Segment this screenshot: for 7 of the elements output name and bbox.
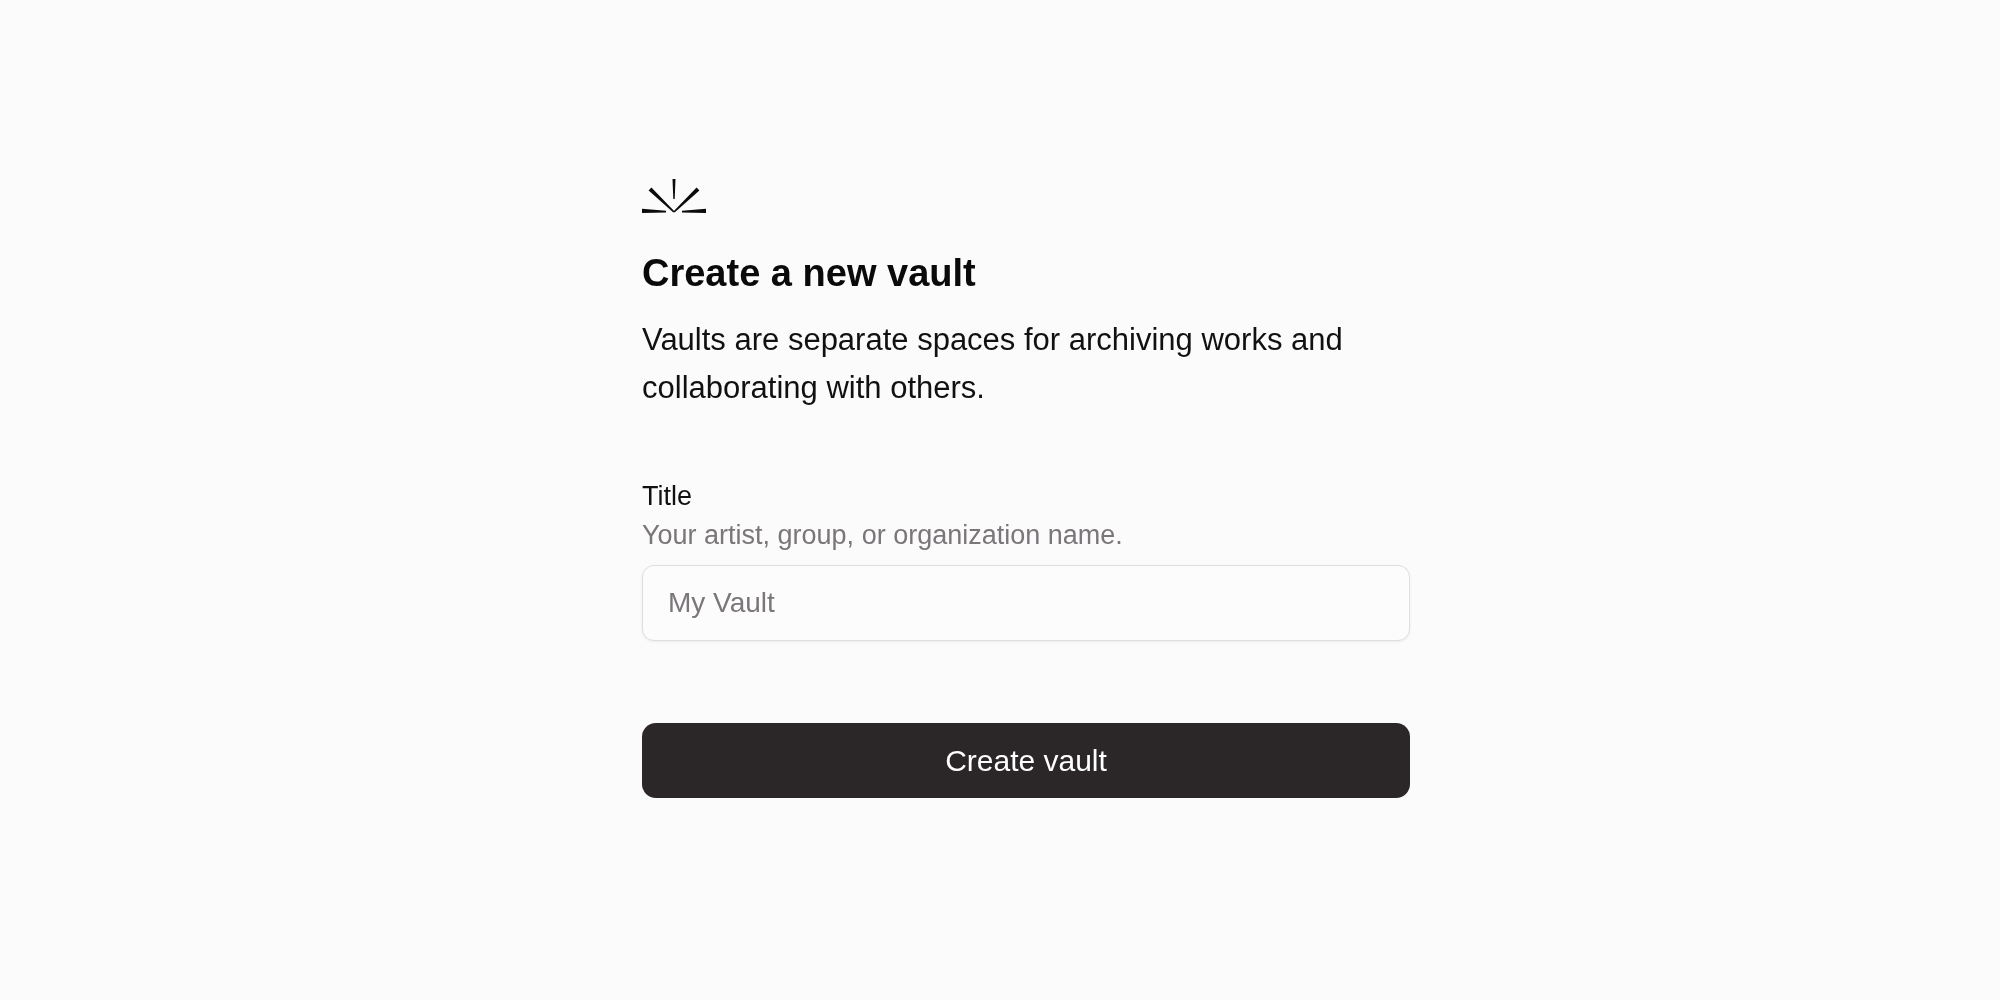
sunburst-icon	[642, 179, 706, 213]
create-vault-button[interactable]: Create vault	[642, 723, 1410, 798]
title-input[interactable]: My Vault	[642, 565, 1410, 641]
field-hint: Your artist, group, or organization name.	[642, 519, 1124, 552]
field-label: Title	[642, 480, 693, 513]
description-text: Vaults are separate spaces for archiving works and collaborating with others.	[642, 321, 1344, 407]
page-heading: Create a new vault	[642, 251, 977, 296]
